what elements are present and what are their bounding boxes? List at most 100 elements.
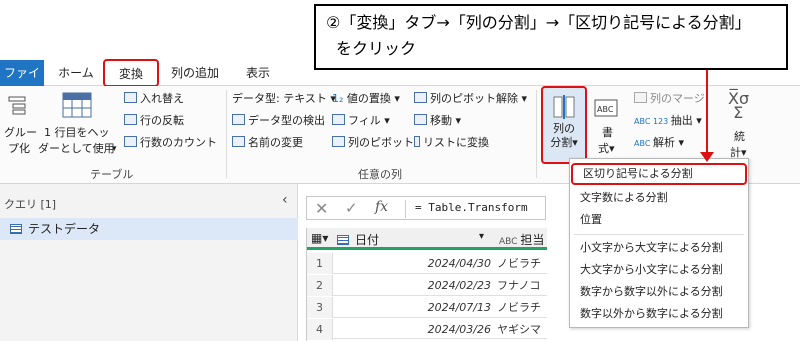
queries-header: クエリ [1]: [4, 198, 57, 211]
owner-cell[interactable]: フナノコ: [497, 275, 547, 296]
unpivot-button[interactable]: 列のピボット解除 ▾: [414, 92, 527, 106]
extract-button[interactable]: ABC 123 抽出 ▾: [634, 114, 702, 129]
menu-item-upper-to-lower[interactable]: 大文字から小文字による分割: [570, 259, 750, 281]
tab-transform[interactable]: 変換: [103, 59, 159, 87]
table-row[interactable]: 2 2024/02/23 フナノコ: [307, 275, 547, 296]
table-group-label: テーブル: [90, 168, 134, 181]
tab-home[interactable]: ホーム: [56, 60, 96, 86]
group-by-label-2: プ化: [8, 142, 30, 155]
table-row[interactable]: 3 2024/07/13 ノビラチ: [307, 297, 547, 318]
menu-item-nondigit-to-digit[interactable]: 数字以外から数字による分割: [570, 303, 750, 325]
move-label: 移動: [430, 114, 452, 127]
first-row-label-1: 1 行目をヘッ: [44, 126, 110, 139]
filter-dropdown-icon[interactable]: ▾: [479, 231, 484, 242]
table-menu-icon[interactable]: ▦▾: [311, 231, 328, 245]
fill-label: フィル: [348, 114, 381, 127]
menu-item-split-by-char-count[interactable]: 文字数による分割: [570, 187, 750, 209]
date-cell[interactable]: 2024/02/23: [337, 275, 495, 296]
count-rows-button[interactable]: 行数のカウント: [124, 136, 217, 150]
statistics-label-1: 統: [734, 130, 745, 143]
column-header-date[interactable]: 日付: [337, 231, 379, 248]
formula-input[interactable]: = Table.Transform: [415, 201, 528, 214]
split-column-label-2-text: 分割: [550, 136, 573, 149]
detect-type-icon: [232, 114, 245, 125]
date-cell[interactable]: 2024/03/26: [337, 319, 495, 340]
pivot-icon: [332, 136, 345, 147]
menu-item-digit-to-nondigit[interactable]: 数字から数字以外による分割: [570, 281, 750, 303]
query-item[interactable]: テストデータ: [0, 218, 298, 240]
owner-cell[interactable]: ノビラチ: [497, 297, 547, 318]
replace-values-button[interactable]: 1₂ 値の置換 ▾: [332, 92, 400, 106]
collapse-pane-icon[interactable]: ‹: [282, 192, 288, 208]
tab-view[interactable]: 表示: [238, 60, 278, 86]
menu-item-lower-to-upper[interactable]: 小文字から大文字による分割: [570, 237, 750, 259]
table-header-icon: [62, 92, 92, 118]
parse-button[interactable]: ABC 解析 ▾: [634, 136, 684, 151]
confirm-formula-icon[interactable]: ✓: [345, 199, 358, 217]
callout-arrow-head: [700, 152, 714, 162]
rename-button[interactable]: 名前の変更: [232, 136, 303, 150]
menu-item-split-by-delimiter[interactable]: 区切り記号による分割: [571, 163, 747, 185]
formula-divider: [405, 200, 406, 218]
reverse-rows-icon: [124, 114, 137, 125]
reverse-rows-button[interactable]: 行の反転: [124, 114, 184, 128]
use-first-row-button[interactable]: [62, 92, 92, 122]
tab-add-column[interactable]: 列の追加: [164, 60, 226, 86]
format-button[interactable]: ABC: [594, 96, 620, 124]
pivot-column-label: 列のピボット: [348, 136, 414, 149]
cancel-formula-icon[interactable]: ✕: [315, 199, 328, 218]
fx-icon[interactable]: fx: [375, 199, 388, 215]
to-list-button[interactable]: リストに変換: [414, 136, 489, 150]
transpose-button[interactable]: 入れ替え: [124, 92, 184, 106]
first-row-label-2: ダーとして使用: [38, 142, 115, 155]
data-grid: ▦▾ 日付 ▾ ABC 担当 1 2024/04/30 ノビラチ 2 2024/02/…: [306, 228, 547, 341]
fill-button[interactable]: フィル ▾: [332, 114, 390, 128]
pivot-column-button[interactable]: 列のピボット: [332, 136, 414, 150]
row-number: 3: [307, 297, 333, 318]
group-by-button[interactable]: [6, 94, 28, 120]
merge-columns-button[interactable]: 列のマージ: [634, 92, 705, 106]
row-number: 1: [307, 253, 333, 274]
split-column-icon: [553, 95, 575, 119]
date-cell[interactable]: 2024/04/30: [337, 253, 495, 274]
column-header-owner[interactable]: ABC 担当: [499, 231, 544, 248]
extract-icon: ABC 123: [634, 117, 671, 126]
detect-type-label: データ型の検出: [248, 114, 325, 127]
detect-type-button[interactable]: データ型の検出: [232, 114, 325, 128]
transpose-label: 入れ替え: [140, 92, 184, 105]
data-type-dropdown[interactable]: データ型: テキスト ▾: [232, 92, 336, 106]
format-label-1: 書: [602, 126, 613, 139]
split-column-button[interactable]: 列の 分割▾: [541, 86, 587, 164]
split-column-label-2: 分割▾: [550, 136, 578, 149]
tab-file[interactable]: ファイル: [0, 60, 44, 106]
format-icon: ABC: [594, 99, 618, 117]
query-item-label: テストデータ: [28, 222, 101, 236]
owner-cell[interactable]: ノビラチ: [497, 253, 547, 274]
rename-icon: [232, 136, 245, 147]
column-header-owner-label: 担当: [520, 233, 545, 247]
count-rows-label: 行数のカウント: [140, 136, 217, 149]
move-icon: [414, 114, 427, 125]
split-column-menu: 区切り記号による分割 文字数による分割 位置 小文字から大文字による分割 大文字…: [569, 158, 749, 328]
replace-values-icon: 1₂: [332, 92, 347, 105]
ribbon-separator: [536, 90, 537, 178]
table-row[interactable]: 4 2024/03/26 ヤギシマ: [307, 319, 547, 340]
extract-label: 抽出: [670, 114, 693, 127]
table-icon: [10, 224, 22, 234]
date-cell[interactable]: 2024/07/13: [337, 297, 495, 318]
date-type-icon: [337, 235, 349, 245]
table-row[interactable]: 1 2024/04/30 ノビラチ: [307, 253, 547, 274]
format-label-2-text: 式: [598, 142, 609, 155]
queries-pane: クエリ [1] ‹ テストデータ: [0, 184, 298, 341]
row-number: 4: [307, 319, 333, 340]
parse-label: 解析: [652, 136, 675, 149]
fill-down-icon: [332, 114, 345, 125]
list-icon: [414, 136, 420, 147]
statistics-icon: X̅σ Σ: [728, 89, 750, 122]
move-button[interactable]: 移動 ▾: [414, 114, 461, 128]
text-type-icon: ABC: [499, 237, 521, 247]
menu-item-split-by-position[interactable]: 位置: [570, 209, 750, 231]
column-header-date-label: 日付: [355, 233, 380, 247]
owner-cell[interactable]: ヤギシマ: [497, 319, 547, 340]
parse-icon: ABC: [634, 139, 653, 148]
